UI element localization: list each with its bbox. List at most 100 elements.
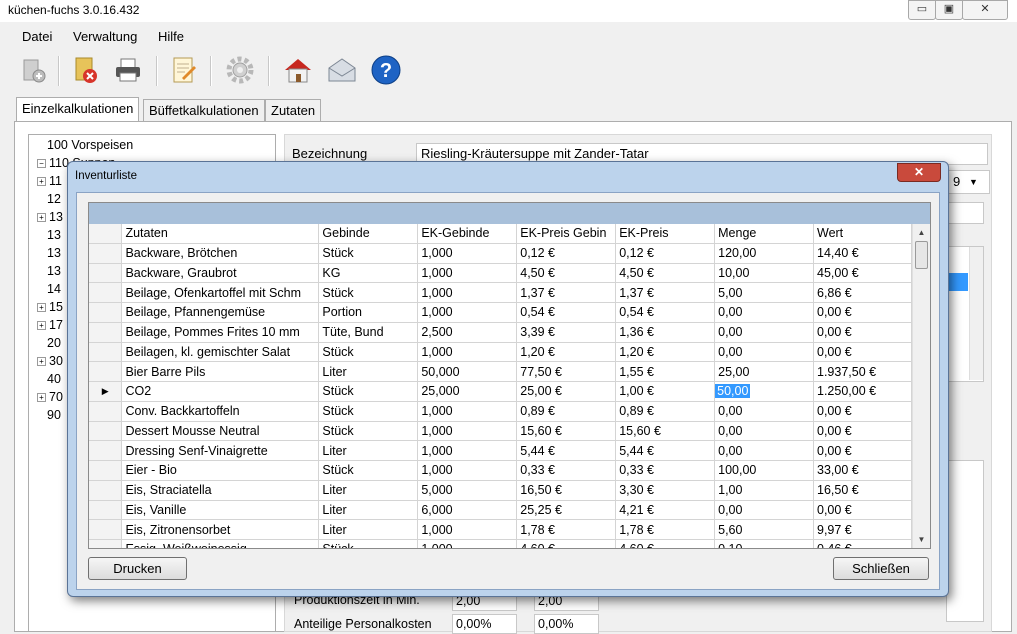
tab-einzelkalkulationen[interactable]: Einzelkalkulationen	[16, 97, 140, 123]
table-row[interactable]: Beilagen, kl. gemischter Salat Stück 1,000…	[89, 342, 912, 363]
table-cell[interactable]: 0,00	[714, 440, 814, 461]
table-cell[interactable]: Stück	[318, 421, 419, 442]
tree-expander-icon[interactable]: +	[37, 393, 46, 403]
table-row[interactable]: ▶ CO2 Stück 25,000 25,00 €1,00 €50,00 1.250,0…	[89, 381, 912, 402]
table-cell[interactable]: 1,00 €	[615, 381, 716, 402]
close-window-button[interactable]: ✕	[962, 0, 1008, 20]
table-cell[interactable]: 1,78 €	[516, 519, 617, 540]
tree-expander-icon[interactable]: +	[37, 303, 46, 313]
table-cell[interactable]: 1.937,50 €	[813, 361, 912, 382]
tree-expander-icon[interactable]	[37, 340, 44, 347]
row-header[interactable]	[89, 440, 123, 461]
table-cell[interactable]: 4,50 €	[615, 263, 716, 284]
delete-document-icon[interactable]	[68, 52, 104, 88]
row-header[interactable]	[89, 263, 123, 284]
table-cell[interactable]: 0,00 €	[813, 421, 912, 442]
table-cell[interactable]: 1,37 €	[615, 282, 716, 303]
table-cell[interactable]: 1,000	[417, 342, 518, 363]
table-cell[interactable]: 0,00 €	[813, 401, 912, 422]
table-cell[interactable]: Beilage, Pfannengemüse	[121, 302, 320, 323]
personalkosten-field-1[interactable]: 0,00%	[452, 614, 517, 634]
table-cell[interactable]: Stück	[318, 401, 419, 422]
table-cell[interactable]: 0,33 €	[516, 460, 617, 481]
table-cell[interactable]: 4,21 €	[615, 500, 716, 521]
table-cell[interactable]: 0,89 €	[516, 401, 617, 422]
row-header[interactable]	[89, 302, 123, 323]
table-cell[interactable]: 50,000	[417, 361, 518, 382]
row-header[interactable]	[89, 401, 123, 422]
tree-expander-icon[interactable]	[37, 232, 44, 239]
row-header[interactable]	[89, 519, 123, 540]
selected-cell-value[interactable]: 50,00	[715, 384, 751, 399]
table-cell[interactable]: 25,000	[417, 381, 518, 402]
table-cell[interactable]: 25,00	[714, 361, 814, 382]
table-cell[interactable]: 0,46 €	[813, 539, 912, 548]
table-cell[interactable]: Beilage, Pommes Frites 10 mm	[121, 322, 320, 343]
table-cell[interactable]: Liter	[318, 500, 419, 521]
table-row[interactable]: Dessert Mousse Neutral Stück 1,000 15,60 €1…	[89, 421, 912, 442]
table-cell[interactable]: 1,78 €	[615, 519, 716, 540]
row-header[interactable]	[89, 361, 123, 382]
table-cell[interactable]: KG	[318, 263, 419, 284]
row-header[interactable]	[89, 480, 123, 501]
column-header[interactable]: Zutaten	[121, 224, 320, 244]
table-row[interactable]: Eis, Zitronensorbet Liter 1,000 1,78 €1,78 …	[89, 519, 912, 540]
table-cell[interactable]: 1,000	[417, 460, 518, 481]
table-row[interactable]: Dressing Senf-Vinaigrette Liter 1,000 5,44 …	[89, 440, 912, 461]
table-cell[interactable]: 50,00	[714, 381, 814, 402]
tab-zutaten[interactable]: Zutaten	[265, 99, 322, 122]
row-header[interactable]	[89, 282, 123, 303]
table-cell[interactable]: Portion	[318, 302, 419, 323]
table-cell[interactable]: 2,500	[417, 322, 518, 343]
tree-item[interactable]: +11	[37, 174, 62, 188]
tree-expander-icon[interactable]	[37, 286, 44, 293]
table-cell[interactable]: 5,000	[417, 480, 518, 501]
table-cell[interactable]: CO2	[121, 381, 320, 402]
table-cell[interactable]: 0,54 €	[615, 302, 716, 323]
table-cell[interactable]: 25,25 €	[516, 500, 617, 521]
table-cell[interactable]: Essig, Weißweinessig	[121, 539, 320, 548]
table-cell[interactable]: 0,00 €	[813, 440, 912, 461]
column-header[interactable]: Gebinde	[318, 224, 419, 244]
table-cell[interactable]: 5,44 €	[615, 440, 716, 461]
table-cell[interactable]: Stück	[318, 381, 419, 402]
tree-item[interactable]: 13	[37, 228, 61, 242]
table-cell[interactable]: Stück	[318, 342, 419, 363]
maximize-button[interactable]: ▣	[935, 0, 963, 20]
table-cell[interactable]: 25,00 €	[516, 381, 617, 402]
table-cell[interactable]: Backware, Brötchen	[121, 243, 320, 264]
menu-verwaltung[interactable]: Verwaltung	[73, 29, 137, 44]
table-cell[interactable]: Dressing Senf-Vinaigrette	[121, 440, 320, 461]
tree-item[interactable]: 20	[37, 336, 61, 350]
table-cell[interactable]: Liter	[318, 440, 419, 461]
dropdown-partial[interactable]: 9 ▼	[946, 170, 990, 194]
table-cell[interactable]: 77,50 €	[516, 361, 617, 382]
table-row[interactable]: Backware, Graubrot KG 1,000 4,50 €4,50 €10,…	[89, 263, 912, 284]
table-cell[interactable]: 1,000	[417, 263, 518, 284]
table-cell[interactable]: Liter	[318, 519, 419, 540]
minimize-button[interactable]: ▭	[908, 0, 936, 20]
row-header[interactable]	[89, 342, 123, 363]
settings-gear-icon[interactable]	[222, 52, 258, 88]
row-header[interactable]	[89, 322, 123, 343]
table-cell[interactable]: 0,33 €	[615, 460, 716, 481]
table-cell[interactable]: Eis, Vanille	[121, 500, 320, 521]
tree-expander-icon[interactable]: +	[37, 357, 46, 367]
edit-note-icon[interactable]	[166, 52, 202, 88]
tree-item[interactable]: 40	[37, 372, 61, 386]
column-header[interactable]: EK-Preis Gebin	[516, 224, 617, 244]
table-cell[interactable]: Stück	[318, 243, 419, 264]
table-cell[interactable]: 1,00	[714, 480, 814, 501]
table-cell[interactable]: 1,55 €	[615, 361, 716, 382]
table-cell[interactable]: 0,12 €	[615, 243, 716, 264]
table-cell[interactable]: 1,000	[417, 421, 518, 442]
table-cell[interactable]: 4,50 €	[516, 263, 617, 284]
column-header[interactable]: Menge	[714, 224, 814, 244]
table-cell[interactable]: 0,00 €	[813, 302, 912, 323]
table-cell[interactable]: Stück	[318, 282, 419, 303]
table-cell[interactable]: Beilagen, kl. gemischter Salat	[121, 342, 320, 363]
table-cell[interactable]: 14,40 €	[813, 243, 912, 264]
table-cell[interactable]: Stück	[318, 460, 419, 481]
scroll-thumb[interactable]	[915, 241, 928, 269]
table-cell[interactable]: 0,54 €	[516, 302, 617, 323]
